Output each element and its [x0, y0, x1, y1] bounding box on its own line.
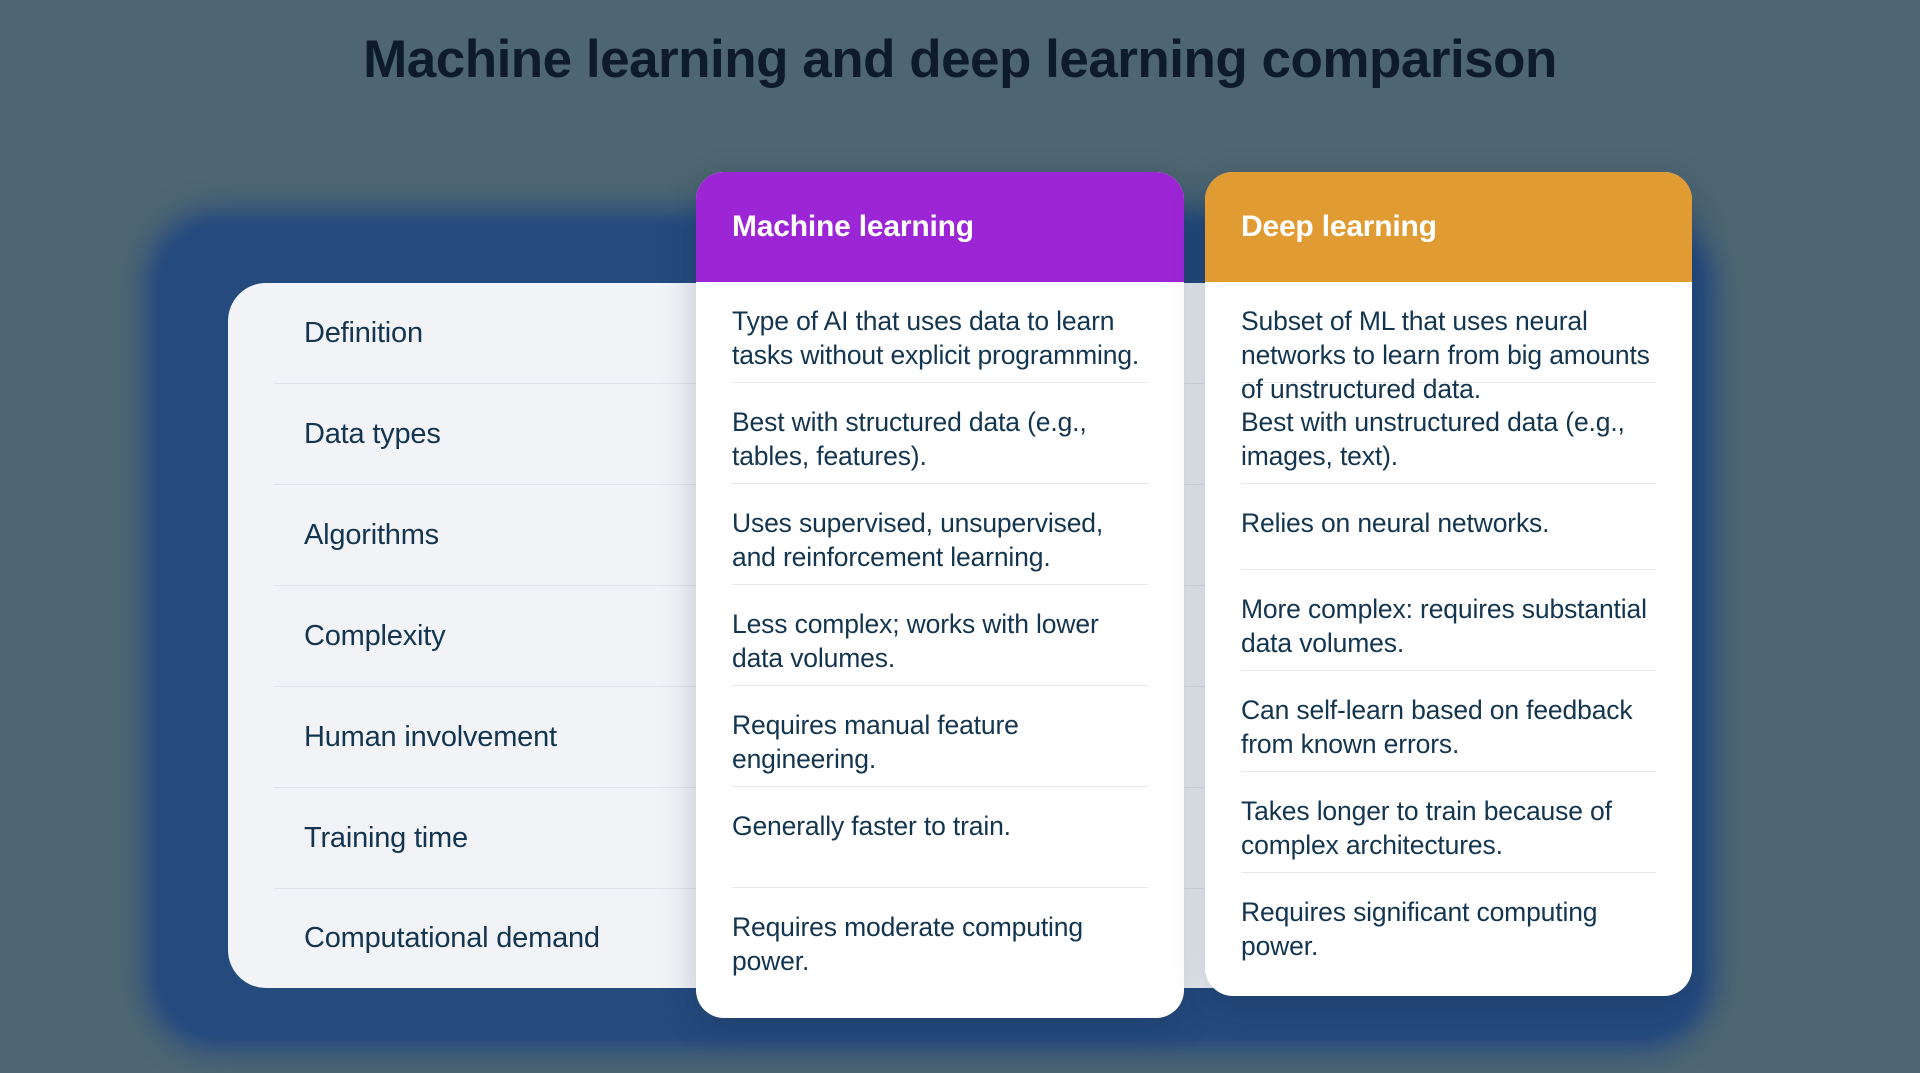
cell-machine-learning: Uses supervised, unsupervised, and reinf… — [732, 484, 1148, 585]
column-card-deep-learning[interactable]: Deep learning Subset of ML that uses neu… — [1205, 172, 1692, 996]
cell-machine-learning: Requires moderate computing power. — [732, 912, 1083, 977]
cell-machine-learning: Type of AI that uses data to learn tasks… — [732, 282, 1148, 383]
column-header-deep-learning: Deep learning — [1205, 172, 1692, 282]
cell-deep-learning: Takes longer to train because of complex… — [1241, 772, 1656, 873]
cell-deep-learning: Requires significant computing power. — [1241, 897, 1598, 962]
column-header-machine-learning: Machine learning — [696, 172, 1184, 282]
cell-machine-learning: Generally faster to train. — [732, 787, 1148, 888]
cell-deep-learning: More complex: requires substantial data … — [1241, 570, 1656, 671]
cell-machine-learning: Less complex; works with lower data volu… — [732, 585, 1148, 686]
cell-machine-learning: Best with structured data (e.g., tables,… — [732, 383, 1148, 484]
cell-deep-learning: Best with unstructured data (e.g., image… — [1241, 383, 1656, 484]
column-body-machine-learning: Type of AI that uses data to learn tasks… — [696, 282, 1184, 989]
cell-deep-learning: Relies on neural networks. — [1241, 484, 1656, 570]
cell-deep-learning: Can self-learn based on feedback from kn… — [1241, 671, 1656, 772]
cell-machine-learning: Requires manual feature engineering. — [732, 686, 1148, 787]
cell-deep-learning: Subset of ML that uses neural networks t… — [1241, 282, 1656, 404]
column-card-machine-learning[interactable]: Machine learning Type of AI that uses da… — [696, 172, 1184, 1018]
column-body-deep-learning: Subset of ML that uses neural networks t… — [1205, 282, 1692, 974]
infographic-stage: Machine learning and deep learning compa… — [0, 0, 1920, 1073]
page-title: Machine learning and deep learning compa… — [363, 30, 1557, 89]
